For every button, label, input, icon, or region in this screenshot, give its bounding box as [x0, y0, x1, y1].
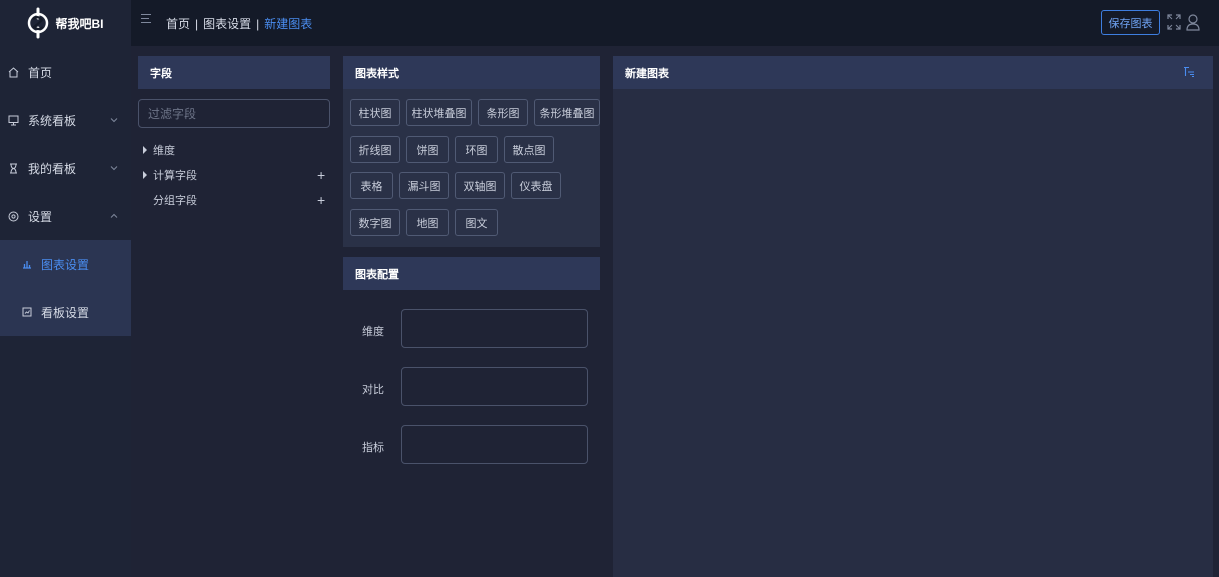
- hourglass-icon: [10, 163, 17, 173]
- sidebar-item-label: 我的看板: [28, 161, 77, 176]
- chevron-down-icon: [110, 118, 118, 123]
- sidebar-item-board-settings[interactable]: 看板设置: [0, 288, 131, 336]
- logo[interactable]: 帮我吧BI: [0, 0, 131, 46]
- chart-type-horizontal-bar[interactable]: 条形图: [478, 99, 528, 126]
- sidebar-item-system-boards[interactable]: 系统看板: [0, 96, 131, 144]
- tree-item-group-fields[interactable]: 分组字段 +: [143, 192, 333, 208]
- tree-item-label: 维度: [153, 145, 175, 157]
- chart-type-stacked-bar[interactable]: 柱状堆叠图: [406, 99, 472, 126]
- chart-type-scatter[interactable]: 散点图: [504, 136, 554, 163]
- fields-panel-title: 字段: [150, 67, 172, 80]
- sidebar-item-settings[interactable]: 设置: [0, 192, 131, 240]
- chart-config-title: 图表配置: [355, 268, 399, 281]
- tree-item-label: 分组字段: [153, 195, 197, 207]
- sidebar-item-chart-settings[interactable]: 图表设置: [0, 240, 131, 288]
- chart-type-bar[interactable]: 柱状图: [350, 99, 400, 126]
- breadcrumb-new-chart: 新建图表: [264, 17, 313, 31]
- config-dropzone-metric[interactable]: [401, 425, 588, 464]
- sidebar-item-my-boards[interactable]: 我的看板: [0, 144, 131, 192]
- sidebar-item-label: 系统看板: [28, 113, 77, 128]
- fields-panel: [138, 89, 330, 577]
- chart-styles-title: 图表样式: [355, 67, 399, 80]
- user-icon[interactable]: [1185, 13, 1201, 31]
- monitor-icon: [8, 115, 19, 125]
- save-chart-button[interactable]: 保存图表: [1101, 10, 1160, 35]
- breadcrumb-chart-settings[interactable]: 图表设置: [203, 15, 251, 32]
- breadcrumb-separator: |: [195, 16, 199, 31]
- chart-styles-header: 图表样式: [343, 56, 600, 89]
- sidebar: 首页 系统看板 我的看板 设置 图表设置 看板设置: [0, 46, 131, 577]
- preview-title: 新建图表: [625, 67, 669, 80]
- chart-type-line[interactable]: 折线图: [350, 136, 400, 163]
- sidebar-item-label: 图表设置: [41, 257, 90, 272]
- logo-icon: [28, 7, 49, 39]
- chart-type-gauge[interactable]: 仪表盘: [511, 172, 561, 199]
- chart-icon: [23, 261, 31, 269]
- fullscreen-icon[interactable]: [1166, 13, 1182, 31]
- sidebar-item-label: 看板设置: [41, 305, 90, 320]
- preview-header: 新建图表: [613, 56, 1213, 89]
- top-header: 帮我吧BI 首页 | 图表设置 | 新建图表 保存图表: [0, 0, 1219, 46]
- add-calculated-field-icon[interactable]: +: [317, 167, 325, 183]
- tree-item-calculated-fields[interactable]: 计算字段 +: [143, 167, 333, 183]
- sidebar-item-home[interactable]: 首页: [0, 48, 131, 96]
- config-label-metric: 指标: [362, 442, 384, 454]
- config-label-compare: 对比: [362, 384, 384, 396]
- chart-preview-area: [613, 89, 1213, 577]
- chart-type-stacked-horizontal-bar[interactable]: 条形堆叠图: [534, 99, 600, 126]
- config-label-dimension: 维度: [362, 326, 384, 338]
- caret-right-icon[interactable]: [143, 171, 147, 179]
- chevron-down-icon: [110, 166, 118, 171]
- chart-type-funnel[interactable]: 漏斗图: [399, 172, 449, 199]
- chart-type-image-text[interactable]: 图文: [455, 209, 498, 236]
- board-icon: [22, 307, 32, 317]
- chart-type-number[interactable]: 数字图: [350, 209, 400, 236]
- fields-panel-header: 字段: [138, 56, 330, 89]
- sidebar-item-label: 首页: [28, 65, 53, 80]
- settings-submenu: 图表设置 看板设置: [0, 240, 131, 336]
- chart-type-table[interactable]: 表格: [350, 172, 393, 199]
- config-dropzone-dimension[interactable]: [401, 309, 588, 348]
- breadcrumb-home[interactable]: 首页: [166, 15, 190, 32]
- config-dropzone-compare[interactable]: [401, 367, 588, 406]
- chart-type-dual-axis[interactable]: 双轴图: [455, 172, 505, 199]
- breadcrumb: 首页 | 图表设置 | 新建图表: [166, 15, 312, 32]
- chart-type-pie[interactable]: 饼图: [406, 136, 449, 163]
- filter-fields-input[interactable]: [138, 99, 330, 128]
- filter-settings-icon[interactable]: [1183, 66, 1195, 78]
- settings-icon: [8, 211, 19, 221]
- tree-item-label: 计算字段: [153, 170, 197, 182]
- chart-config-header: 图表配置: [343, 257, 600, 290]
- sidebar-item-label: 设置: [28, 209, 53, 224]
- chart-type-donut[interactable]: 环图: [455, 136, 498, 163]
- tree-item-dimension[interactable]: 维度: [143, 142, 333, 158]
- chevron-up-icon: [110, 213, 118, 218]
- add-group-field-icon[interactable]: +: [317, 192, 325, 208]
- caret-right-icon[interactable]: [143, 146, 147, 154]
- app-name: 帮我吧BI: [55, 16, 104, 31]
- breadcrumb-separator: |: [256, 16, 260, 31]
- chart-type-map[interactable]: 地图: [406, 209, 449, 236]
- menu-toggle-icon[interactable]: [141, 14, 153, 26]
- home-icon: [8, 66, 19, 77]
